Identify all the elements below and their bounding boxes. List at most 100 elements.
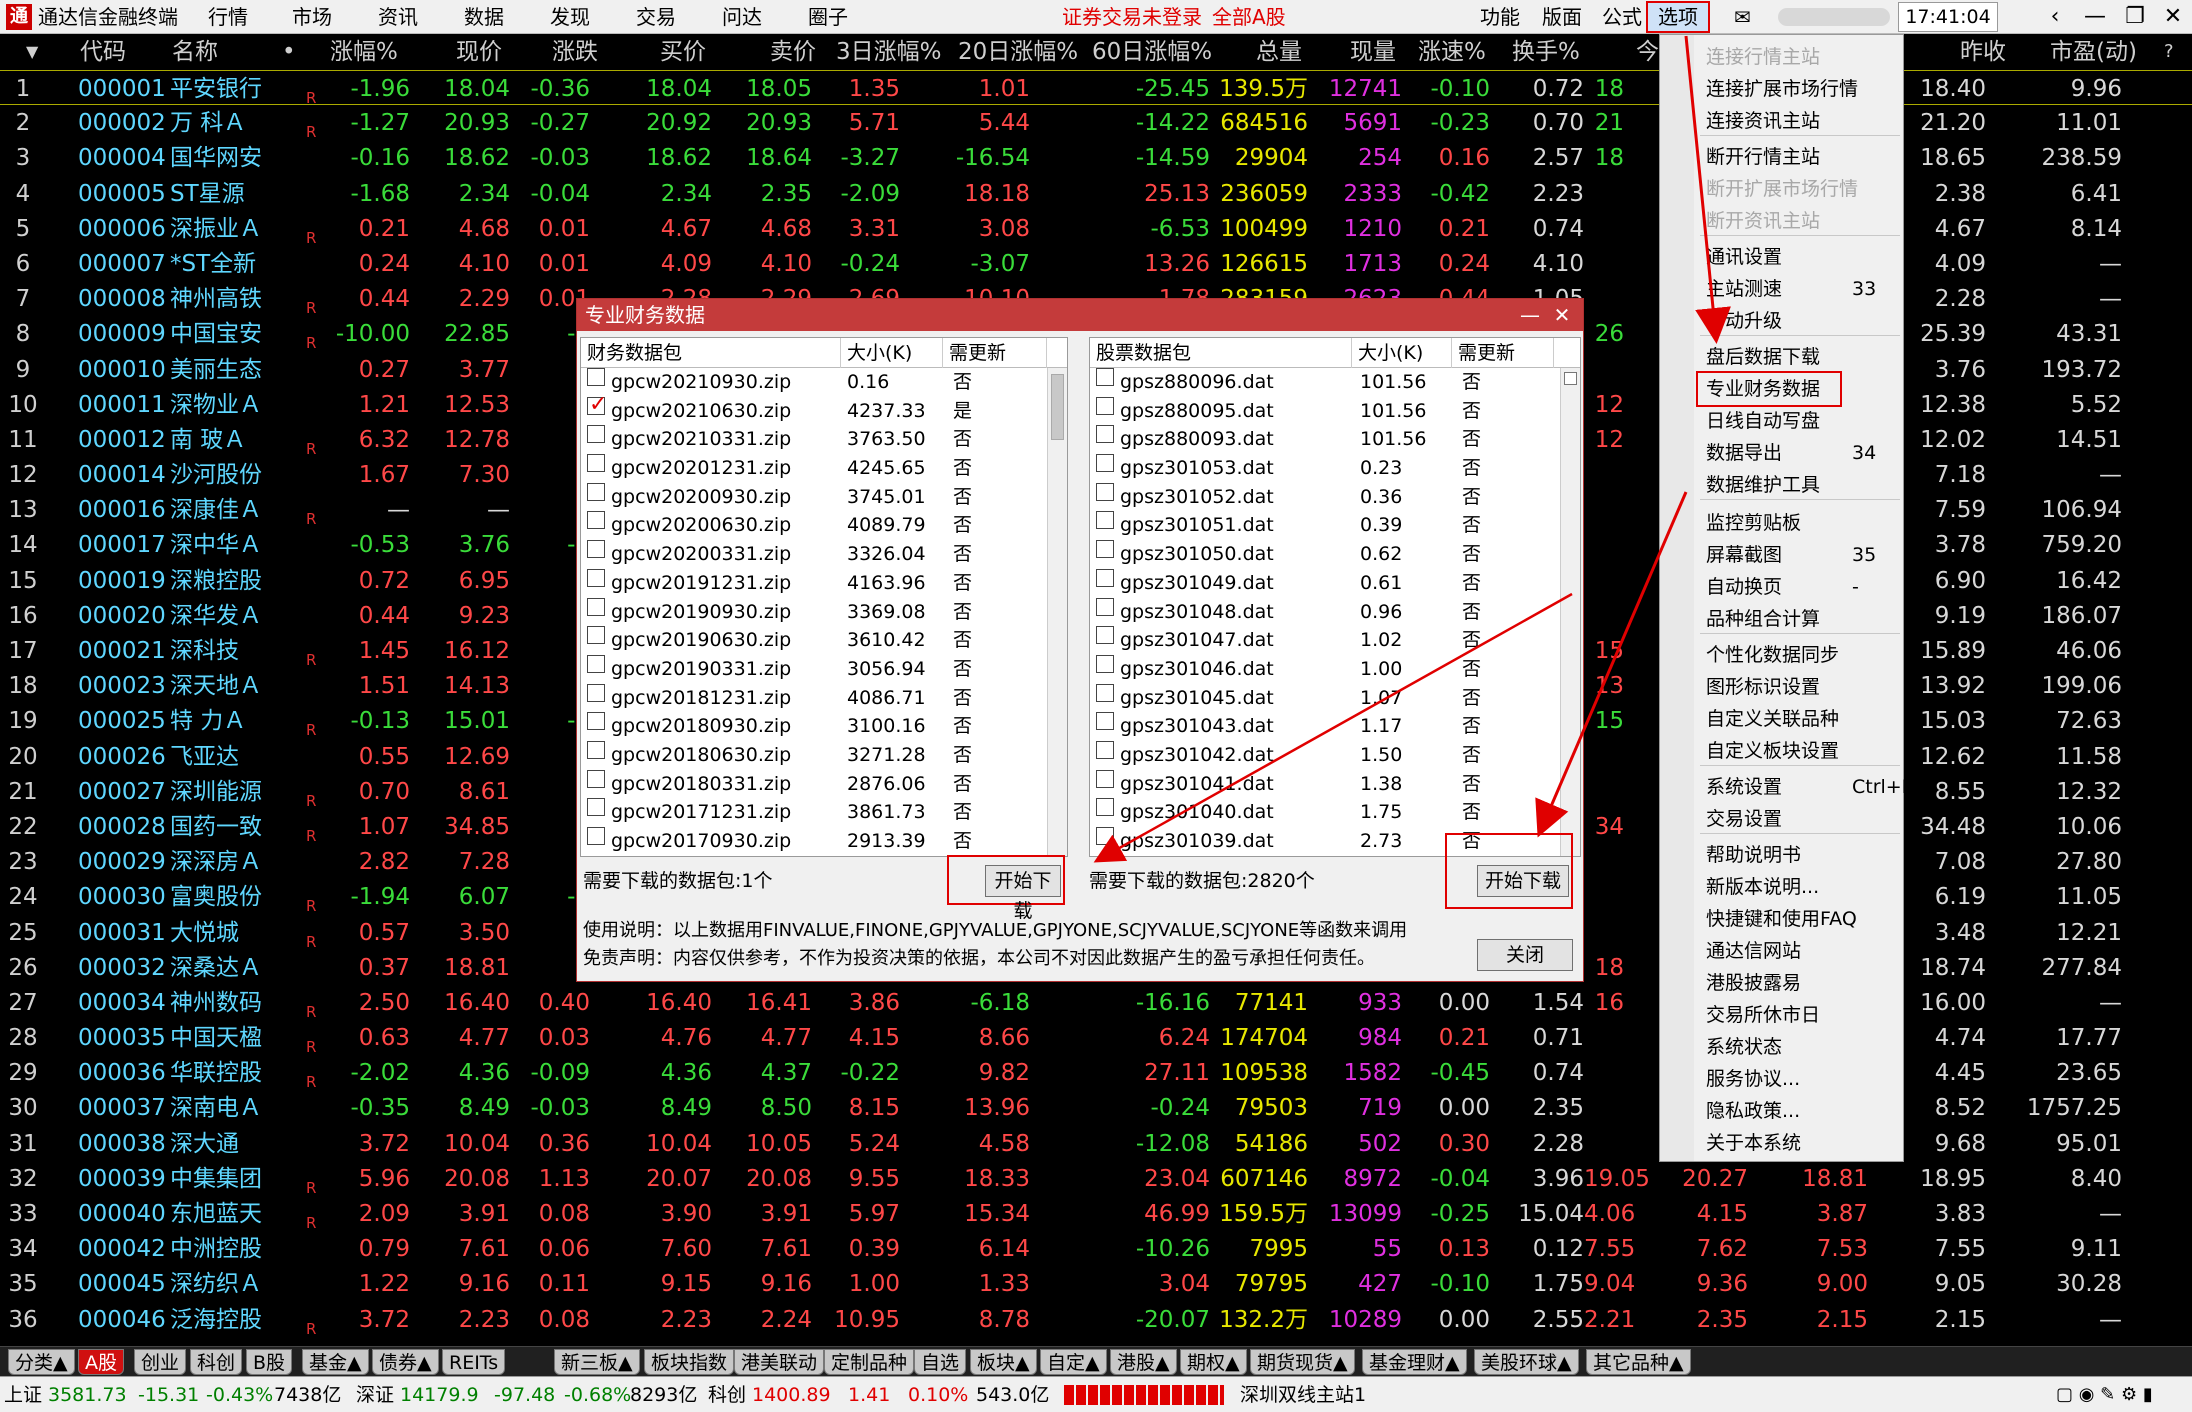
market-tab[interactable]: 板块指数 <box>644 1349 735 1375</box>
fin-package-row[interactable]: gpcw20171231.zip 3861.73 否 <box>581 798 1067 827</box>
stock-package-checkbox[interactable] <box>1096 597 1114 616</box>
fin-package-checkbox[interactable] <box>587 597 605 616</box>
stock-package-checkbox[interactable] <box>1096 540 1114 559</box>
dialog-titlebar[interactable]: 专业财务数据 — ✕ <box>577 299 1583 331</box>
stock-package-row[interactable]: gpsz301048.dat 0.96 否 <box>1090 597 1580 627</box>
menu-item[interactable]: 自定义关联品种 <box>1706 707 1839 731</box>
menu-item[interactable]: 数据导出 <box>1706 441 1782 465</box>
menu-item[interactable]: 通讯设置 <box>1706 245 1782 269</box>
fin-package-row[interactable]: gpcw20180630.zip 3271.28 否 <box>581 740 1067 770</box>
menu-item[interactable]: 交易设置 <box>1706 807 1782 831</box>
fin-package-checkbox[interactable] <box>587 769 605 788</box>
menu-item[interactable]: 连接资讯主站 <box>1706 109 1820 133</box>
col-dot[interactable]: • <box>282 38 296 66</box>
fin-package-checkbox[interactable] <box>587 454 605 473</box>
fin-package-checkbox[interactable] <box>587 511 605 530</box>
stock-package-list[interactable]: 股票数据包 大小(K) 需更新 gpsz880096.dat 101.56 否 gps… <box>1089 337 1581 857</box>
market-tab[interactable]: 期货现货▲ <box>1250 1349 1355 1375</box>
stock-package-row[interactable]: gpsz301053.dat 0.23 否 <box>1090 454 1580 483</box>
fin-package-row[interactable]: gpcw20210630.zip 4237.33 是 <box>581 391 1067 426</box>
fin-list-scrollbar[interactable] <box>1047 368 1067 856</box>
minimize-icon[interactable]: — <box>2078 3 2112 31</box>
col-pct[interactable]: 涨幅% <box>330 38 398 66</box>
menu-banmian[interactable]: 版面 <box>1538 3 1586 31</box>
fin-package-list[interactable]: 财务数据包 大小(K) 需更新 gpcw20210930.zip0.16否gpc… <box>580 337 1068 857</box>
fin-package-checkbox[interactable] <box>587 683 605 702</box>
stock-package-checkbox[interactable] <box>1096 511 1114 530</box>
stock-package-row[interactable]: gpsz301043.dat 1.17 否 <box>1090 712 1580 741</box>
fin-package-row[interactable]: gpcw20181231.zip 4086.71 否 <box>581 683 1067 713</box>
stock-package-row[interactable]: gpsz301052.dat 0.36 否 <box>1090 482 1580 512</box>
fin-package-row[interactable]: gpcw20210331.zip 3763.50 否 <box>581 425 1067 454</box>
menu-item[interactable]: 帮助说明书 <box>1706 843 1801 867</box>
menu-item[interactable]: 隐私政策... <box>1706 1099 1800 1123</box>
menu-item[interactable]: 交易所休市日 <box>1706 1003 1820 1027</box>
server-name[interactable]: 深圳双线主站1 <box>1240 1382 1366 1408</box>
menu-item[interactable]: 盘后数据下载 <box>1706 345 1820 369</box>
menu-gongshi[interactable]: 公式 <box>1598 3 1646 31</box>
stock-package-checkbox[interactable] <box>1096 798 1114 817</box>
stock-row[interactable]: 34 000042 中洲控股 0.79 7.61 0.06 7.60 7.61 0.39 6.14… <box>0 1231 2192 1266</box>
back-icon[interactable]: ‹ <box>2038 3 2072 31</box>
fin-package-checkbox[interactable] <box>587 391 607 419</box>
menu-item[interactable]: 连接扩展市场行情 <box>1706 77 1858 101</box>
col-help-icon[interactable]: ? <box>2164 38 2174 66</box>
market-tab[interactable]: 其它品种▲ <box>1586 1349 1691 1375</box>
col-cur[interactable]: 现量 <box>1350 38 1396 66</box>
menu-item[interactable]: 屏幕截图 <box>1706 543 1782 567</box>
stock-package-checkbox[interactable] <box>1096 568 1114 587</box>
stock-package-row[interactable]: gpsz301050.dat 0.62 否 <box>1090 540 1580 569</box>
fin-package-checkbox[interactable] <box>587 827 605 845</box>
fin-col-update[interactable]: 需更新 <box>943 338 1047 368</box>
status-icons[interactable]: ▢ ◉ ✎ ⚙ ▮ <box>2056 1382 2153 1408</box>
dialog-minimize-icon[interactable]: — <box>1515 299 1545 331</box>
fin-package-checkbox[interactable] <box>587 540 605 559</box>
fin-package-row[interactable]: gpcw20210930.zip 0.16 否 <box>581 368 1067 397</box>
fin-package-row[interactable]: gpcw20180331.zip 2876.06 否 <box>581 769 1067 799</box>
menu-item[interactable]: 快捷键和使用FAQ <box>1706 907 1857 931</box>
fin-package-row[interactable]: gpcw20201231.zip 4245.65 否 <box>581 454 1067 483</box>
fin-package-row[interactable]: gpcw20190630.zip 3610.42 否 <box>581 626 1067 655</box>
dialog-close-button[interactable]: 关闭 <box>1477 939 1573 971</box>
stock-package-row[interactable]: gpsz301051.dat 0.39 否 <box>1090 511 1580 540</box>
col-price[interactable]: 现价 <box>456 38 502 66</box>
stock-package-row[interactable]: gpsz880096.dat 101.56 否 <box>1090 368 1580 397</box>
col-prev[interactable]: 昨收 <box>1960 38 2006 66</box>
stock-package-checkbox[interactable] <box>1096 425 1114 444</box>
fin-package-checkbox[interactable] <box>587 740 605 759</box>
menu-options[interactable]: 选项 <box>1646 1 1710 33</box>
stock-package-checkbox[interactable] <box>1096 740 1114 759</box>
col-vol[interactable]: 总量 <box>1256 38 1302 66</box>
dialog-close-icon[interactable]: ✕ <box>1547 299 1577 331</box>
menu-item[interactable]: 连接行情主站 <box>1706 45 1820 69</box>
menu-item[interactable]: 断开扩展市场行情 <box>1706 177 1858 201</box>
stock-package-row[interactable]: gpsz301049.dat 0.61 否 <box>1090 568 1580 598</box>
fin-package-row[interactable]: gpcw20191231.zip 4163.96 否 <box>581 568 1067 598</box>
menu-item[interactable]: 自动换页 <box>1706 575 1782 599</box>
menu-shuju[interactable]: 数据 <box>460 3 508 31</box>
market-tab[interactable]: 港美联动 <box>734 1349 825 1375</box>
market-tab[interactable]: 科创 <box>190 1349 243 1375</box>
fin-col-name[interactable]: 财务数据包 <box>581 338 841 368</box>
stock-package-checkbox[interactable] <box>1096 683 1114 702</box>
stock-row[interactable]: 35 000045 深纺织Ａ 1.22 9.16 0.11 9.15 9.16 1.00 1.33… <box>0 1266 2192 1301</box>
menu-item[interactable]: 系统设置 <box>1706 775 1782 799</box>
fin-package-checkbox[interactable] <box>587 482 605 501</box>
stock-package-checkbox[interactable] <box>1096 396 1114 415</box>
menu-item[interactable]: 主站测速 <box>1706 277 1782 301</box>
stock-package-row[interactable]: gpsz301041.dat 1.38 否 <box>1090 769 1580 799</box>
stock-package-checkbox[interactable] <box>1096 482 1114 501</box>
market-label[interactable]: 全部A股 <box>1212 3 1286 31</box>
stock-row[interactable]: 33 000040 东旭蓝天 R 2.09 3.91 0.08 3.90 3.91 5.97 15.… <box>0 1196 2192 1232</box>
menu-item[interactable]: 数据维护工具 <box>1706 473 1820 497</box>
market-tab[interactable]: 分类▲ <box>8 1349 75 1375</box>
stock-package-row[interactable]: gpsz301046.dat 1.00 否 <box>1090 654 1580 684</box>
menu-item[interactable]: 自定义板块设置 <box>1706 739 1839 763</box>
col-code[interactable]: 代码 <box>80 38 126 66</box>
market-tab[interactable]: B股 <box>246 1349 293 1375</box>
menu-faxian[interactable]: 发现 <box>546 3 594 31</box>
menu-jiaoyi[interactable]: 交易 <box>632 3 680 31</box>
menu-item[interactable]: 通达信网站 <box>1706 939 1801 963</box>
market-tab[interactable]: 板块▲ <box>970 1349 1037 1375</box>
col-name[interactable]: 名称 <box>172 38 218 66</box>
